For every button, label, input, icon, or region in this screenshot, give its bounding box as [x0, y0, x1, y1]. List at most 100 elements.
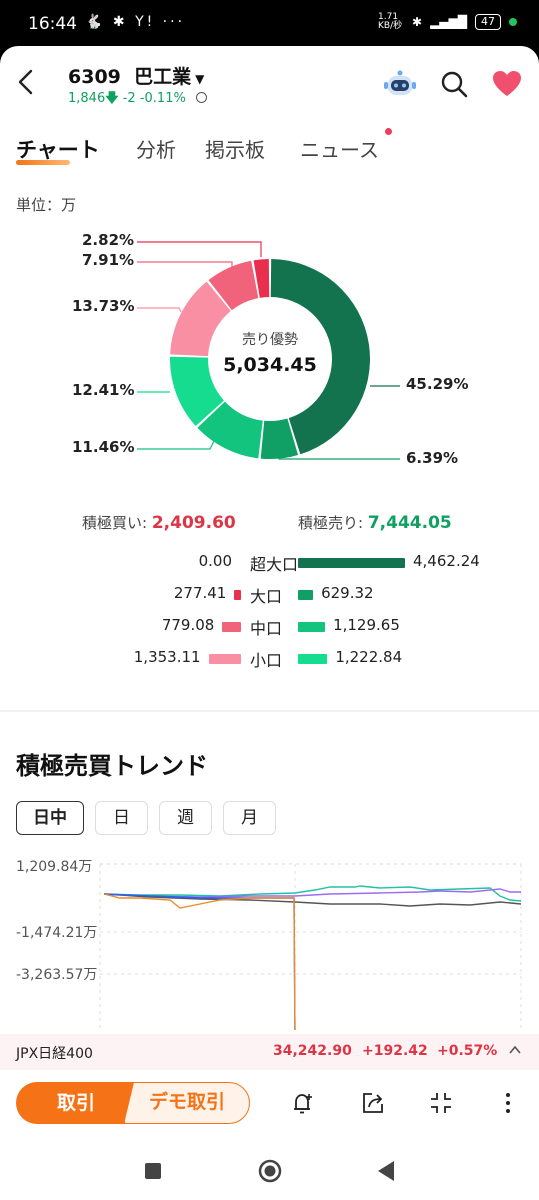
pct-label-small-sell: 12.41% [72, 381, 135, 399]
ticker-change: +192.42 [362, 1043, 428, 1059]
flow-row-superlarge: 0.00 超大口 4,462.24 [0, 548, 539, 578]
status-bar: 16:44 🐇 ✱ Y! ··· 1.71 KB/秒 ✱ ▂▄▆█ 47 [0, 0, 539, 46]
flow-buy-value: 779.08 [161, 616, 215, 634]
flow-row-large: 277.41 大口 629.32 [0, 580, 539, 610]
leader-line-p1 [137, 241, 262, 257]
stock-name: 巴工業 [134, 66, 192, 88]
stock-price: 1,846🡇 -2 -0.11% [68, 89, 207, 111]
flow-category: 超大口 [250, 555, 299, 574]
search-icon[interactable] [440, 70, 468, 98]
section-divider [0, 710, 539, 712]
back-triangle-icon[interactable] [374, 1158, 400, 1184]
status-time: 16:44 [28, 14, 77, 34]
pct-label-mid-sell: 11.46% [72, 438, 135, 456]
donut-center-value: 5,034.45 [223, 354, 317, 376]
flow-buy-value: 277.41 [173, 584, 227, 602]
network-speed: 1.71 KB/秒 [378, 12, 403, 31]
chevron-up-icon[interactable] [508, 1043, 522, 1057]
flow-row-small: 1,353.11 小口 1,222.84 [0, 644, 539, 674]
news-badge-dot [385, 128, 392, 135]
bottom-toolbar: 取引 デモ取引 [0, 1070, 539, 1144]
privacy-dot-icon [509, 18, 517, 26]
flow-buy-bar [222, 622, 241, 632]
pct-label-large-sell: 6.39% [406, 449, 459, 467]
period-month-button[interactable]: 月 [223, 801, 276, 835]
share-icon[interactable] [360, 1090, 386, 1116]
system-nav-bar [0, 1144, 539, 1200]
pct-label-small-buy: 13.73% [72, 297, 135, 315]
active-sell-summary: 積極売り: 7,444.05 [298, 512, 452, 533]
trend-line-small [103, 885, 522, 902]
down-arrow-icon: 🡇 [105, 91, 119, 106]
y-axis-label-low: -3,263.57万 [16, 967, 98, 983]
flow-buy-value: 0.00 [198, 552, 232, 570]
unit-label: 単位：万 [16, 196, 77, 214]
trend-line-large [103, 893, 296, 1030]
stock-code: 6309 [68, 66, 121, 88]
price-change: -2 -0.11% [122, 91, 186, 106]
pct-label-large-buy: 2.82% [82, 231, 135, 249]
recents-square-icon[interactable] [140, 1158, 166, 1184]
tab-analysis[interactable]: 分析 [136, 134, 176, 163]
ticker-percent: +0.57% [437, 1043, 498, 1059]
period-day-button[interactable]: 日 [95, 801, 148, 835]
flow-sell-bar [298, 590, 314, 600]
favorite-heart-icon[interactable] [492, 70, 522, 98]
flow-sell-value: 1,129.65 [333, 616, 400, 634]
flow-row-mid: 779.08 中口 1,129.65 [0, 612, 539, 642]
notification-icons: 🐇 ✱ Y! ··· [85, 14, 186, 30]
y-axis-label-top: 1,209.84万 [16, 859, 93, 875]
flow-category: 中口 [250, 619, 283, 638]
demo-trade-button[interactable]: デモ取引 [124, 1082, 250, 1124]
signal-icon: ▂▄▆█ [430, 15, 467, 29]
flow-buy-bar [208, 654, 241, 664]
battery-icon: 47 [475, 14, 501, 30]
more-vertical-icon[interactable] [495, 1090, 521, 1116]
flow-category: 大口 [250, 587, 283, 606]
flow-sell-bar [298, 654, 328, 664]
active-buy-label: 積極買い: [82, 514, 148, 532]
flow-donut-chart: 2.82% 7.91% 13.73% 12.41% 11.46% 45.29% … [0, 226, 539, 526]
period-intraday-button[interactable]: 日中 [16, 801, 84, 835]
header: 6309 巴工業 ▼ 1,846🡇 -2 -0.11% [0, 46, 539, 116]
stock-title[interactable]: 6309 巴工業 ▼ [68, 62, 204, 89]
period-week-button[interactable]: 週 [159, 801, 212, 835]
active-sell-value: 7,444.05 [367, 513, 452, 533]
home-circle-icon[interactable] [257, 1158, 283, 1184]
active-buy-value: 2,409.60 [151, 513, 236, 533]
trend-section-title: 積極売買トレンド [16, 752, 208, 780]
index-ticker-bar[interactable]: JPX日経400 34,242.90 +192.42 +0.57% [0, 1034, 539, 1070]
collapse-icon[interactable] [428, 1090, 454, 1116]
leader-line-p3 [137, 307, 182, 313]
bluetooth-icon: ✱ [412, 15, 423, 29]
flow-sell-value: 4,462.24 [413, 552, 480, 570]
trend-chart: 1,209.84万 -1,474.21万 -3,263.57万 [0, 852, 539, 1030]
donut-center-label: 売り優勢 [242, 332, 298, 348]
alert-bell-icon[interactable] [290, 1090, 316, 1116]
trade-button[interactable]: 取引 [16, 1082, 136, 1124]
tab-bar: チャート 分析 掲示板 ニュース [0, 130, 539, 170]
flow-sell-value: 1,222.84 [335, 648, 403, 666]
active-tab-indicator [16, 160, 70, 165]
tab-board[interactable]: 掲示板 [205, 134, 265, 163]
active-buy-summary: 積極買い: 2,409.60 [82, 512, 236, 533]
app-screen: 6309 巴工業▼ 1,846🡇 -2 -0.11% チャート 分析 掲示板 [0, 46, 539, 1144]
leader-line-p5 [137, 440, 215, 450]
y-axis-label-mid: -1,474.21万 [16, 925, 98, 941]
flow-category: 小口 [250, 651, 283, 670]
price-value: 1,846 [68, 91, 106, 106]
robot-assistant-icon[interactable] [383, 68, 417, 98]
back-arrow-icon[interactable] [12, 64, 42, 100]
tab-news[interactable]: ニュース [300, 134, 379, 163]
pct-label-superlarge-sell: 45.29% [406, 375, 469, 393]
trend-line-orange [103, 893, 296, 1030]
caret-down-icon[interactable]: ▼ [195, 72, 204, 86]
flow-buy-bar [234, 590, 241, 600]
flow-buy-value: 1,353.11 [133, 648, 201, 666]
active-sell-label: 積極売り: [298, 514, 364, 532]
flow-sell-bar [298, 558, 405, 568]
pct-label-mid-buy: 7.91% [82, 251, 135, 269]
clock-icon [195, 92, 207, 103]
ticker-name: JPX日経400 [16, 1046, 93, 1062]
flow-sell-bar [298, 622, 326, 632]
